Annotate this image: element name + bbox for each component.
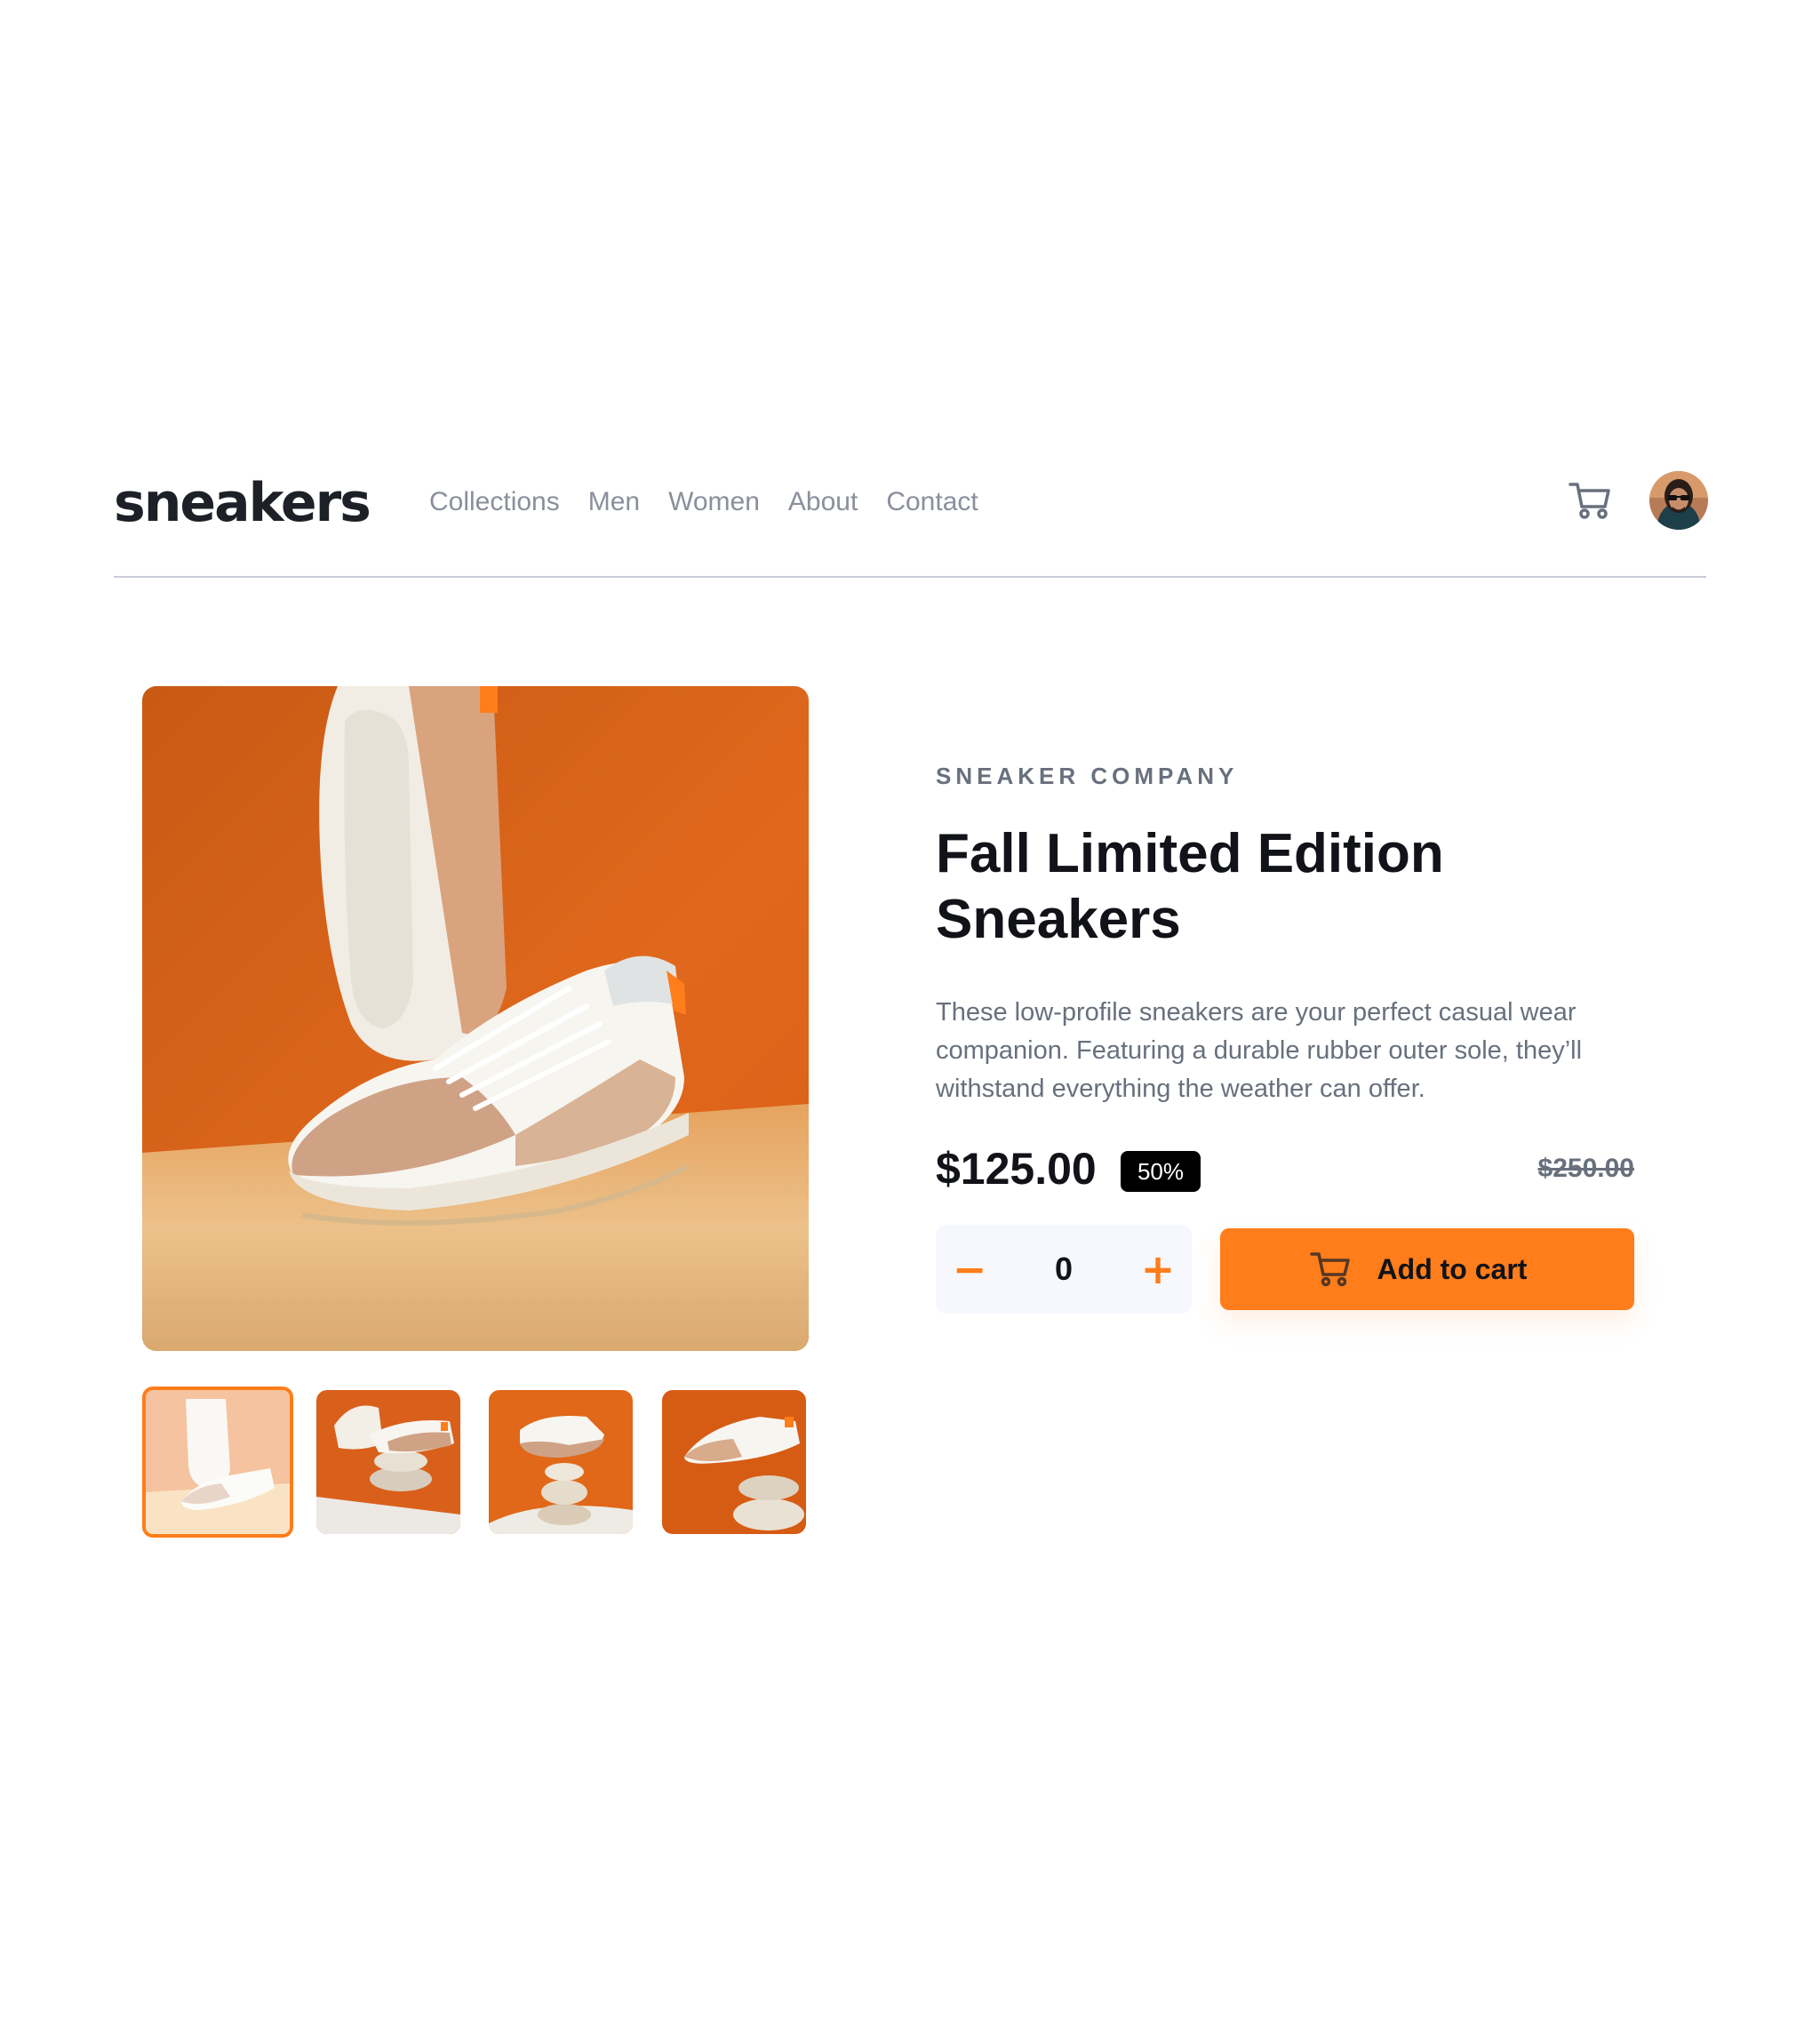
product-title: Fall Limited Edition Sneakers [936, 821, 1558, 953]
site-header: sneakers Collections Men Women About Con… [114, 462, 1708, 578]
thumbnail-2-image [316, 1390, 460, 1534]
plus-icon: + [1140, 1245, 1176, 1293]
thumbnail-strip [142, 1387, 809, 1538]
main-nav: Collections Men Women About Contact [429, 489, 978, 515]
product-title-line-2: Sneakers [936, 889, 1181, 950]
product-description: These low-profile sneakers are your perf… [936, 994, 1647, 1108]
cart-button[interactable] [1568, 480, 1612, 521]
nav-link-men[interactable]: Men [588, 489, 640, 515]
nav-link-collections[interactable]: Collections [429, 489, 560, 515]
description-line-2: companion. Featuring a durable rubber ou… [936, 1036, 1583, 1065]
description-line-3: withstand everything the weather can off… [936, 1075, 1425, 1103]
original-price: $250.00 [1537, 1154, 1634, 1183]
company-name: SNEAKER COMPANY [936, 763, 1239, 789]
increase-quantity-button[interactable]: + [1124, 1225, 1192, 1314]
add-to-cart-button[interactable]: Add to cart [1220, 1228, 1634, 1310]
product-main-image[interactable] [142, 686, 809, 1351]
description-line-1: These low-profile sneakers are your perf… [936, 998, 1577, 1027]
quantity-value: 0 [1054, 1251, 1074, 1287]
thumbnail-3[interactable] [489, 1390, 633, 1534]
avatar-image [1649, 471, 1708, 530]
current-price: $125.00 [936, 1144, 1097, 1194]
thumbnail-2[interactable] [316, 1390, 460, 1534]
thumbnail-4[interactable] [662, 1390, 806, 1534]
discount-badge: 50% [1121, 1151, 1201, 1192]
thumbnail-4-image [662, 1390, 806, 1534]
cart-icon [1569, 483, 1610, 519]
nav-link-contact[interactable]: Contact [886, 489, 978, 515]
sneaker-photo [142, 686, 809, 1351]
nav-link-about[interactable]: About [788, 489, 858, 515]
logo[interactable]: sneakers [114, 476, 371, 530]
nav-link-women[interactable]: Women [668, 489, 760, 515]
product-title-line-1: Fall Limited Edition [936, 823, 1444, 884]
add-to-cart-label: Add to cart [1377, 1252, 1528, 1285]
thumbnail-3-image [489, 1390, 633, 1534]
avatar[interactable] [1649, 471, 1708, 530]
cart-icon [1309, 1252, 1350, 1287]
minus-icon: − [952, 1245, 987, 1293]
decrease-quantity-button[interactable]: − [936, 1225, 1003, 1314]
product-page: sneakers Collections Men Women About Con… [0, 0, 1820, 2030]
quantity-stepper: − 0 + [936, 1225, 1192, 1314]
thumbnail-1-image [146, 1390, 290, 1534]
thumbnail-1[interactable] [142, 1387, 293, 1538]
